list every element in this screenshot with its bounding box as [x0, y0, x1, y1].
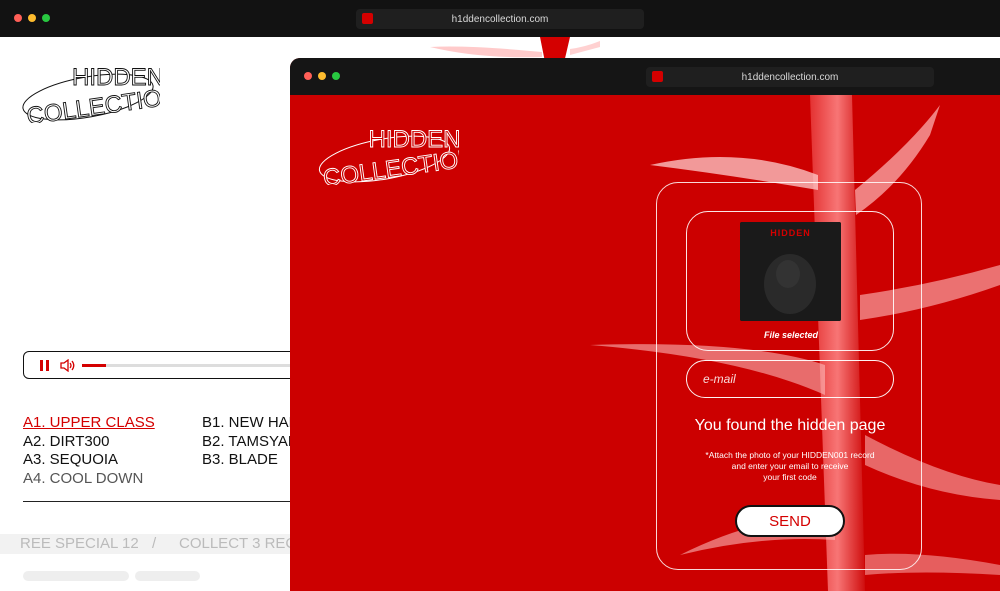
ticker-item-2: COLLECT 3 REC [179, 535, 297, 552]
site-favicon [362, 13, 373, 24]
site-favicon [652, 71, 663, 82]
ticker-separator: / [152, 535, 157, 552]
instructions-line: and enter your email to receive [731, 461, 849, 471]
cover-title: HIDDEN [770, 228, 811, 238]
address-bar[interactable]: h1ddencollection.com [356, 9, 644, 29]
footer-chip[interactable] [23, 571, 129, 581]
hidden-page: HIDDEN COLLECTION HIDDEN File selected Y… [290, 95, 1000, 591]
ticker-item-1: REE SPECIAL 12 [20, 535, 139, 552]
playback-progress-fill [82, 364, 106, 367]
tracklist-side-b: B1. NEW HAN B2. TAMSYAN B3. BLADE [202, 414, 300, 470]
promo-ticker: REE SPECIAL 12 / COLLECT 3 REC [0, 534, 300, 554]
email-field[interactable] [686, 360, 894, 398]
zoom-window-button[interactable] [42, 14, 50, 22]
track-b1[interactable]: B1. NEW HAN [202, 414, 300, 433]
back-browser-toolbar: h1ddencollection.com [0, 0, 1000, 37]
zoom-window-button[interactable] [332, 72, 340, 80]
playback-progress-bar[interactable] [82, 364, 322, 367]
track-b3[interactable]: B3. BLADE [202, 451, 300, 470]
address-bar[interactable]: h1ddencollection.com [646, 67, 934, 87]
track-a4[interactable]: A4. COOL DOWN [23, 470, 155, 489]
instructions-line: your first code [763, 472, 817, 482]
instructions-text: *Attach the photo of your HIDDEN001 reco… [687, 450, 893, 483]
audio-player [23, 351, 323, 379]
close-window-button[interactable] [304, 72, 312, 80]
url-text: h1ddencollection.com [741, 71, 839, 83]
pause-icon[interactable] [40, 360, 50, 371]
window-controls [304, 72, 340, 80]
front-browser-window: h1ddencollection.com HIDDEN COLLECTION H… [290, 58, 1000, 591]
file-selected-label: File selected [763, 330, 819, 340]
site-logo[interactable]: HIDDEN COLLECTION [20, 57, 181, 131]
photo-upload-dropzone[interactable]: HIDDEN File selected [686, 211, 894, 351]
window-controls [14, 14, 50, 22]
track-a3[interactable]: A3. SEQUOIA [23, 451, 155, 470]
minimize-window-button[interactable] [318, 72, 326, 80]
page-title: You found the hidden page [694, 417, 886, 434]
url-text: h1ddencollection.com [451, 13, 549, 25]
tracklist-side-a: A1. UPPER CLASS A2. DIRT300 A3. SEQUOIA … [23, 414, 155, 488]
volume-icon[interactable] [60, 359, 76, 372]
track-b2[interactable]: B2. TAMSYAN [202, 433, 300, 452]
hidden-code-form: HIDDEN File selected You found the hidde… [656, 182, 922, 570]
site-logo[interactable]: HIDDEN COLLECTION [314, 119, 478, 193]
track-a1[interactable]: A1. UPPER CLASS [23, 414, 155, 433]
instructions-line: *Attach the photo of your HIDDEN001 reco… [705, 450, 875, 460]
track-a2[interactable]: A2. DIRT300 [23, 433, 155, 452]
front-browser-toolbar: h1ddencollection.com [290, 58, 1000, 95]
footer-chip[interactable] [135, 571, 200, 581]
record-cover-thumbnail: HIDDEN [740, 222, 841, 321]
close-window-button[interactable] [14, 14, 22, 22]
divider [23, 501, 303, 502]
minimize-window-button[interactable] [28, 14, 36, 22]
send-button[interactable]: SEND [735, 505, 845, 537]
